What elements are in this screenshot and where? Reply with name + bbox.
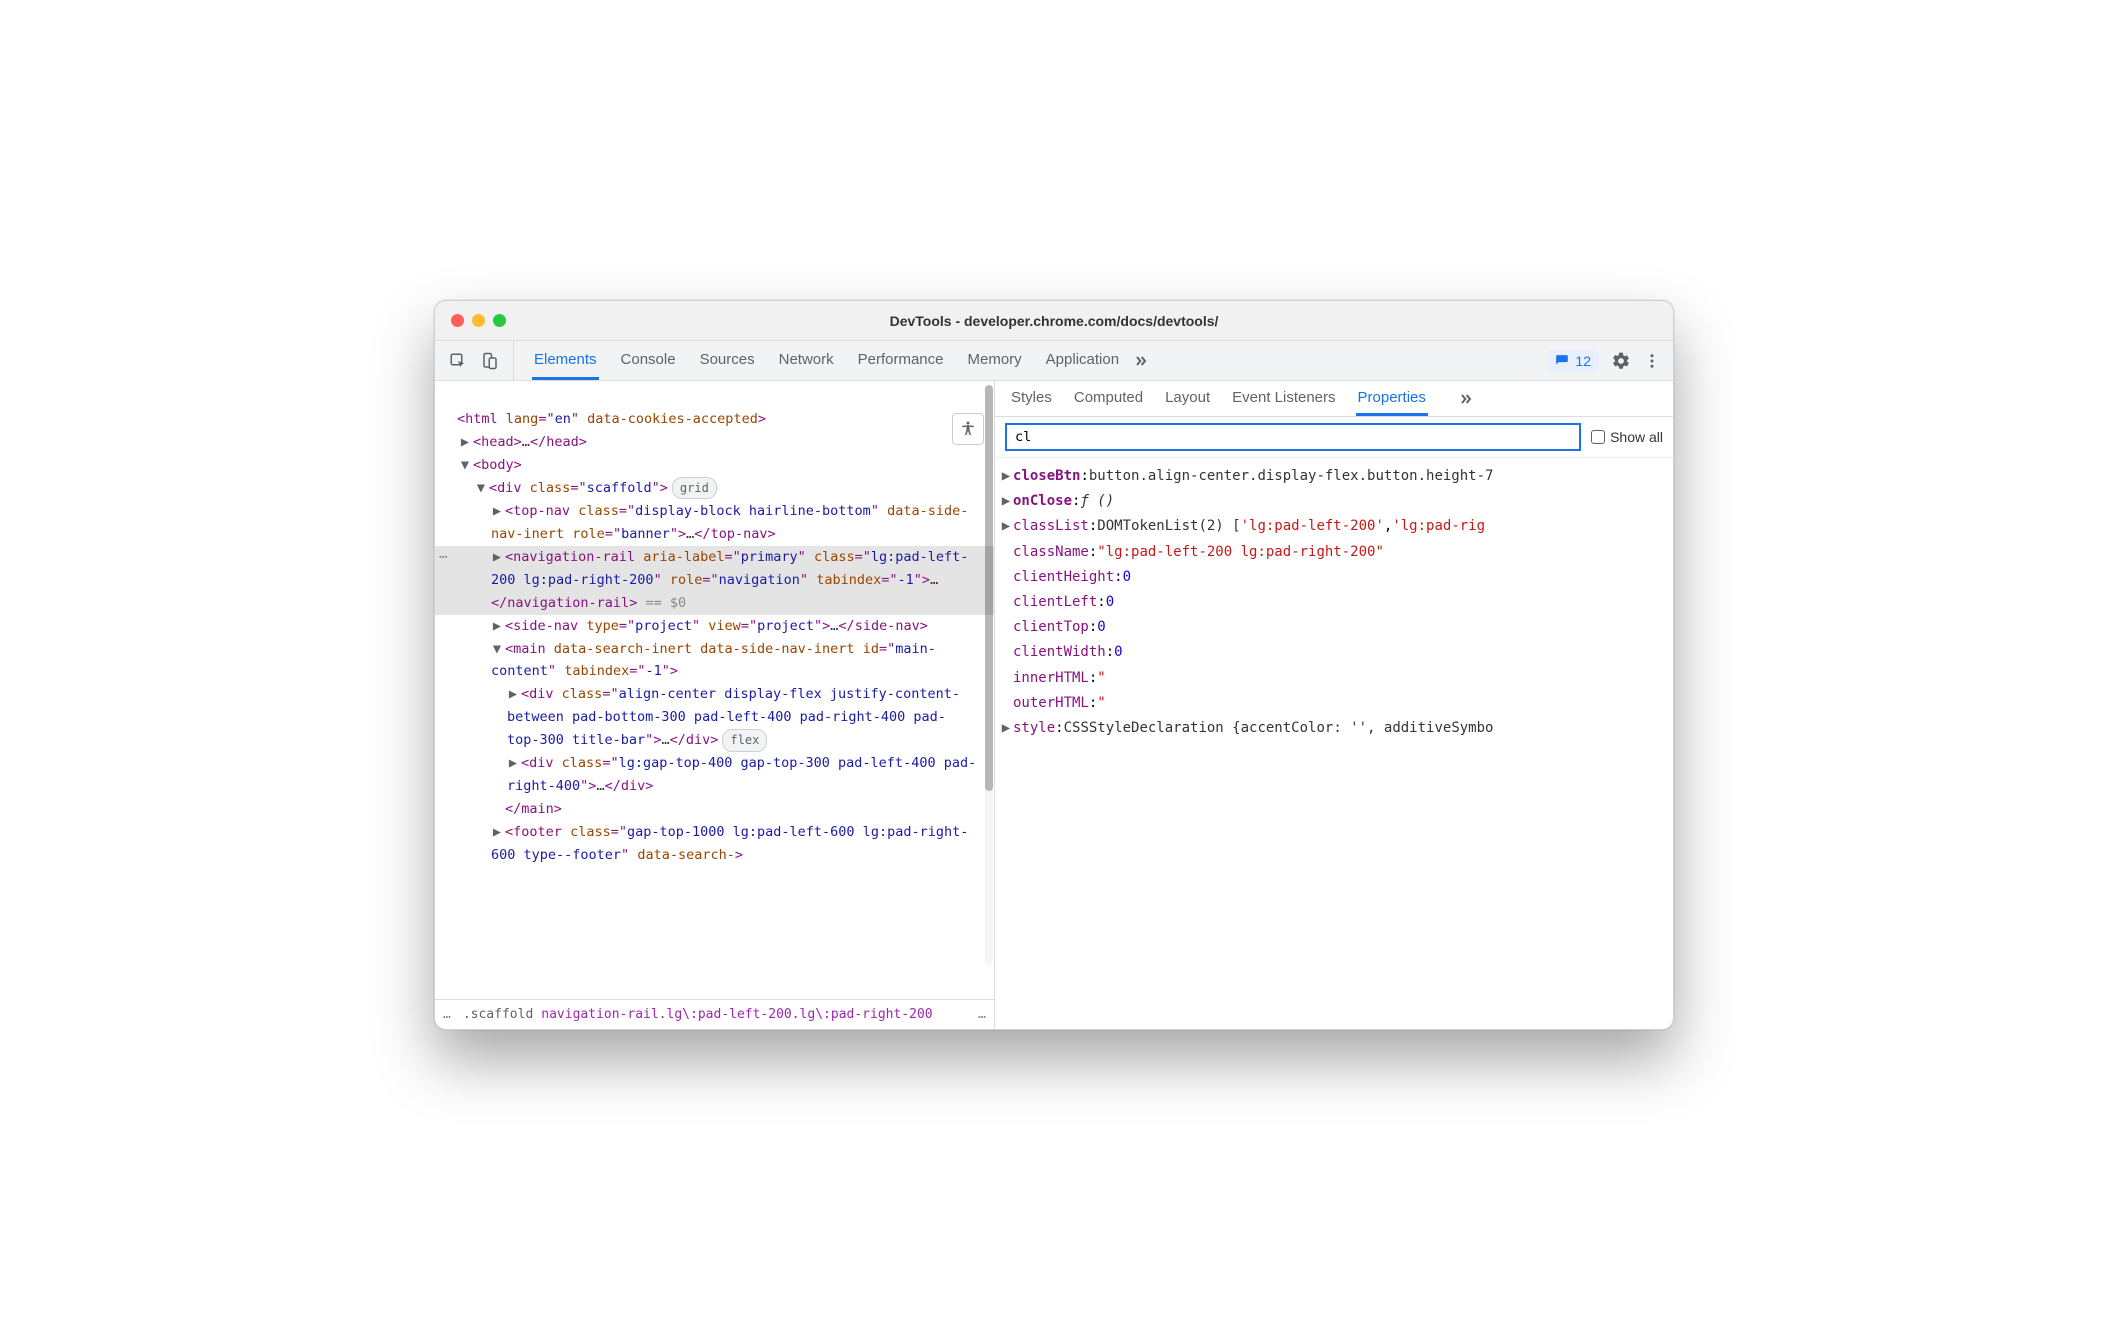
dom-tree-scrollbar[interactable] — [985, 385, 993, 965]
devtools-window: DevTools - developer.chrome.com/docs/dev… — [434, 300, 1674, 1030]
properties-filter-input[interactable] — [1005, 423, 1581, 451]
device-toggle-icon[interactable] — [481, 352, 499, 370]
more-tabs-button[interactable] — [1127, 341, 1155, 380]
gear-icon[interactable] — [1611, 351, 1631, 371]
property-row[interactable]: className: "lg:pad-left-200 lg:pad-right… — [999, 540, 1667, 565]
sidebar-tab-event-listeners[interactable]: Event Listeners — [1230, 381, 1337, 416]
dom-tree-line[interactable]: ▶<div class="lg:gap-top-400 gap-top-300 … — [435, 752, 994, 798]
property-row[interactable]: outerHTML: " — [999, 691, 1667, 716]
zoom-window-button[interactable] — [493, 314, 506, 327]
window-title: DevTools - developer.chrome.com/docs/dev… — [435, 313, 1673, 329]
window-controls — [435, 314, 506, 327]
elements-panel: <html lang="en" data-cookies-accepted>▶<… — [435, 381, 995, 1029]
dom-tree-line[interactable]: ▼<main data-search-inert data-side-nav-i… — [435, 638, 994, 684]
property-row[interactable]: clientLeft: 0 — [999, 590, 1667, 615]
dom-tree-line[interactable]: ▶<side-nav type="project" view="project"… — [435, 615, 994, 638]
sidebar-tabs: Styles Computed Layout Event Listeners Prope… — [995, 381, 1673, 417]
property-row[interactable]: clientTop: 0 — [999, 615, 1667, 640]
sidebar-more-tabs-button[interactable] — [1452, 381, 1480, 416]
dom-tree-line[interactable]: ▼<body> — [435, 454, 994, 477]
issues-count: 12 — [1575, 353, 1591, 369]
main-tab-application[interactable]: Application — [1044, 341, 1121, 380]
checkbox-icon — [1591, 430, 1605, 444]
main-tab-sources[interactable]: Sources — [698, 341, 757, 380]
kebab-menu-icon[interactable] — [1643, 352, 1661, 370]
main-tab-elements[interactable]: Elements — [532, 341, 599, 380]
dom-tree-line[interactable]: ▼<div class="scaffold">grid — [435, 477, 994, 500]
titlebar: DevTools - developer.chrome.com/docs/dev… — [435, 301, 1673, 341]
inspect-icon[interactable] — [449, 352, 467, 370]
close-window-button[interactable] — [451, 314, 464, 327]
minimize-window-button[interactable] — [472, 314, 485, 327]
dom-tree-line[interactable]: ⋯▶<navigation-rail aria-label="primary" … — [435, 546, 994, 615]
dom-tree-line[interactable]: </main> — [435, 798, 994, 821]
main-tab-network[interactable]: Network — [777, 341, 836, 380]
properties-filter-row: Show all — [995, 417, 1673, 458]
property-row[interactable]: ▶style: CSSStyleDeclaration {accentColor… — [999, 716, 1667, 741]
dom-tree-line[interactable]: <html lang="en" data-cookies-accepted> — [435, 408, 994, 431]
sidebar-panel: Styles Computed Layout Event Listeners Prope… — [995, 381, 1673, 1029]
breadcrumb-overflow-right[interactable]: … — [970, 1007, 994, 1022]
annotation-arrow-icon — [1673, 456, 1674, 498]
toolbar-left-icons — [435, 341, 514, 380]
properties-list[interactable]: ▶closeBtn: button.align-center.display-f… — [995, 458, 1673, 1029]
issues-badge[interactable]: 12 — [1547, 350, 1599, 372]
breadcrumb-overflow-left[interactable]: … — [435, 1007, 459, 1022]
main-tab-memory[interactable]: Memory — [966, 341, 1024, 380]
breadcrumb-current[interactable]: navigation-rail.lg\:pad-left-200.lg\:pad… — [537, 1007, 970, 1022]
property-row[interactable]: ▶classList: DOMTokenList(2) ['lg:pad-lef… — [999, 514, 1667, 539]
show-all-checkbox[interactable]: Show all — [1591, 429, 1663, 445]
sidebar-tab-properties[interactable]: Properties — [1356, 381, 1428, 416]
dom-tree-line[interactable]: ▶<top-nav class="display-block hairline-… — [435, 500, 994, 546]
sidebar-tab-computed[interactable]: Computed — [1072, 381, 1145, 416]
show-all-label: Show all — [1610, 429, 1663, 445]
sidebar-tab-styles[interactable]: Styles — [1009, 381, 1054, 416]
property-row[interactable]: ▶onClose: ƒ () — [999, 489, 1667, 514]
main-toolbar: Elements Console Sources Network Performance… — [435, 341, 1673, 381]
main-tab-performance[interactable]: Performance — [856, 341, 946, 380]
toolbar-right: 12 — [1547, 341, 1673, 380]
main-tab-console[interactable]: Console — [619, 341, 678, 380]
dom-tree-line[interactable]: ▶<footer class="gap-top-1000 lg:pad-left… — [435, 821, 994, 867]
sidebar-tab-layout[interactable]: Layout — [1163, 381, 1212, 416]
dom-tree[interactable]: <html lang="en" data-cookies-accepted>▶<… — [435, 381, 994, 999]
dom-tree-line[interactable]: ▶<head>…</head> — [435, 431, 994, 454]
breadcrumb-ancestor[interactable]: .scaffold — [459, 1007, 537, 1022]
dom-tree-line[interactable]: ▶<div class="align-center display-flex j… — [435, 683, 994, 752]
panes: <html lang="en" data-cookies-accepted>▶<… — [435, 381, 1673, 1029]
dom-tree-line[interactable] — [435, 385, 994, 408]
property-row[interactable]: ▶closeBtn: button.align-center.display-f… — [999, 464, 1667, 489]
main-tabs: Elements Console Sources Network Performance… — [514, 341, 1121, 380]
property-row[interactable]: innerHTML: " — [999, 666, 1667, 691]
property-row[interactable]: clientHeight: 0 — [999, 565, 1667, 590]
breadcrumb[interactable]: … .scaffold navigation-rail.lg\:pad-left… — [435, 999, 994, 1029]
accessibility-tree-button[interactable] — [952, 413, 984, 445]
property-row[interactable]: clientWidth: 0 — [999, 640, 1667, 665]
